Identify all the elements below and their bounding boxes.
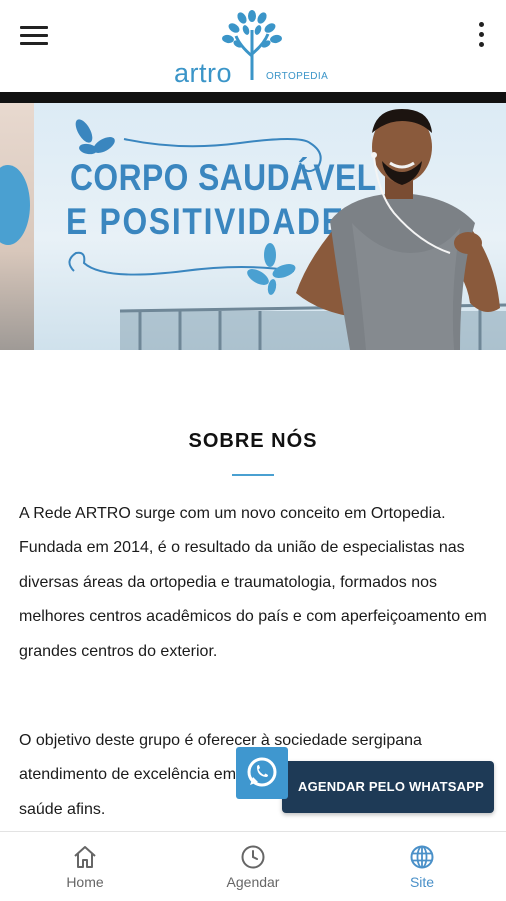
header-divider bbox=[0, 92, 506, 103]
title-underline bbox=[232, 474, 274, 476]
clock-icon bbox=[241, 845, 265, 869]
about-paragraph-1: A Rede ARTRO surge com um novo conceito … bbox=[19, 505, 487, 660]
logo-wordmark: artro bbox=[174, 58, 233, 88]
whatsapp-button-label: AGENDAR PELO WHATSAPP bbox=[298, 779, 484, 794]
app-header: artro ORTOPEDIA bbox=[0, 0, 506, 92]
whatsapp-icon[interactable] bbox=[236, 747, 288, 799]
bottom-navigation: Home Agendar Site bbox=[0, 831, 506, 901]
nav-label-home: Home bbox=[66, 874, 104, 890]
nav-item-site[interactable]: Site bbox=[362, 832, 482, 901]
logo-subtitle: ORTOPEDIA bbox=[266, 71, 329, 82]
home-icon bbox=[74, 846, 96, 868]
nav-item-home[interactable]: Home bbox=[25, 832, 145, 901]
nav-item-agendar[interactable]: Agendar bbox=[193, 832, 313, 901]
artro-logo: artro ORTOPEDIA bbox=[170, 6, 330, 88]
whatsapp-button-bar[interactable]: AGENDAR PELO WHATSAPP bbox=[282, 761, 494, 813]
more-vertical-icon[interactable] bbox=[474, 21, 488, 49]
nav-label-site: Site bbox=[409, 874, 435, 890]
globe-icon bbox=[410, 845, 434, 869]
hero-banner: CORPO SAUDÁVEL E POSITIVIDADE. bbox=[0, 103, 506, 350]
hamburger-menu-icon[interactable] bbox=[20, 24, 50, 48]
runner-photo bbox=[296, 109, 500, 350]
whatsapp-schedule-button[interactable]: AGENDAR PELO WHATSAPP bbox=[236, 747, 494, 817]
nav-label-agendar: Agendar bbox=[226, 874, 280, 890]
section-title: SOBRE NÓS bbox=[188, 430, 318, 452]
